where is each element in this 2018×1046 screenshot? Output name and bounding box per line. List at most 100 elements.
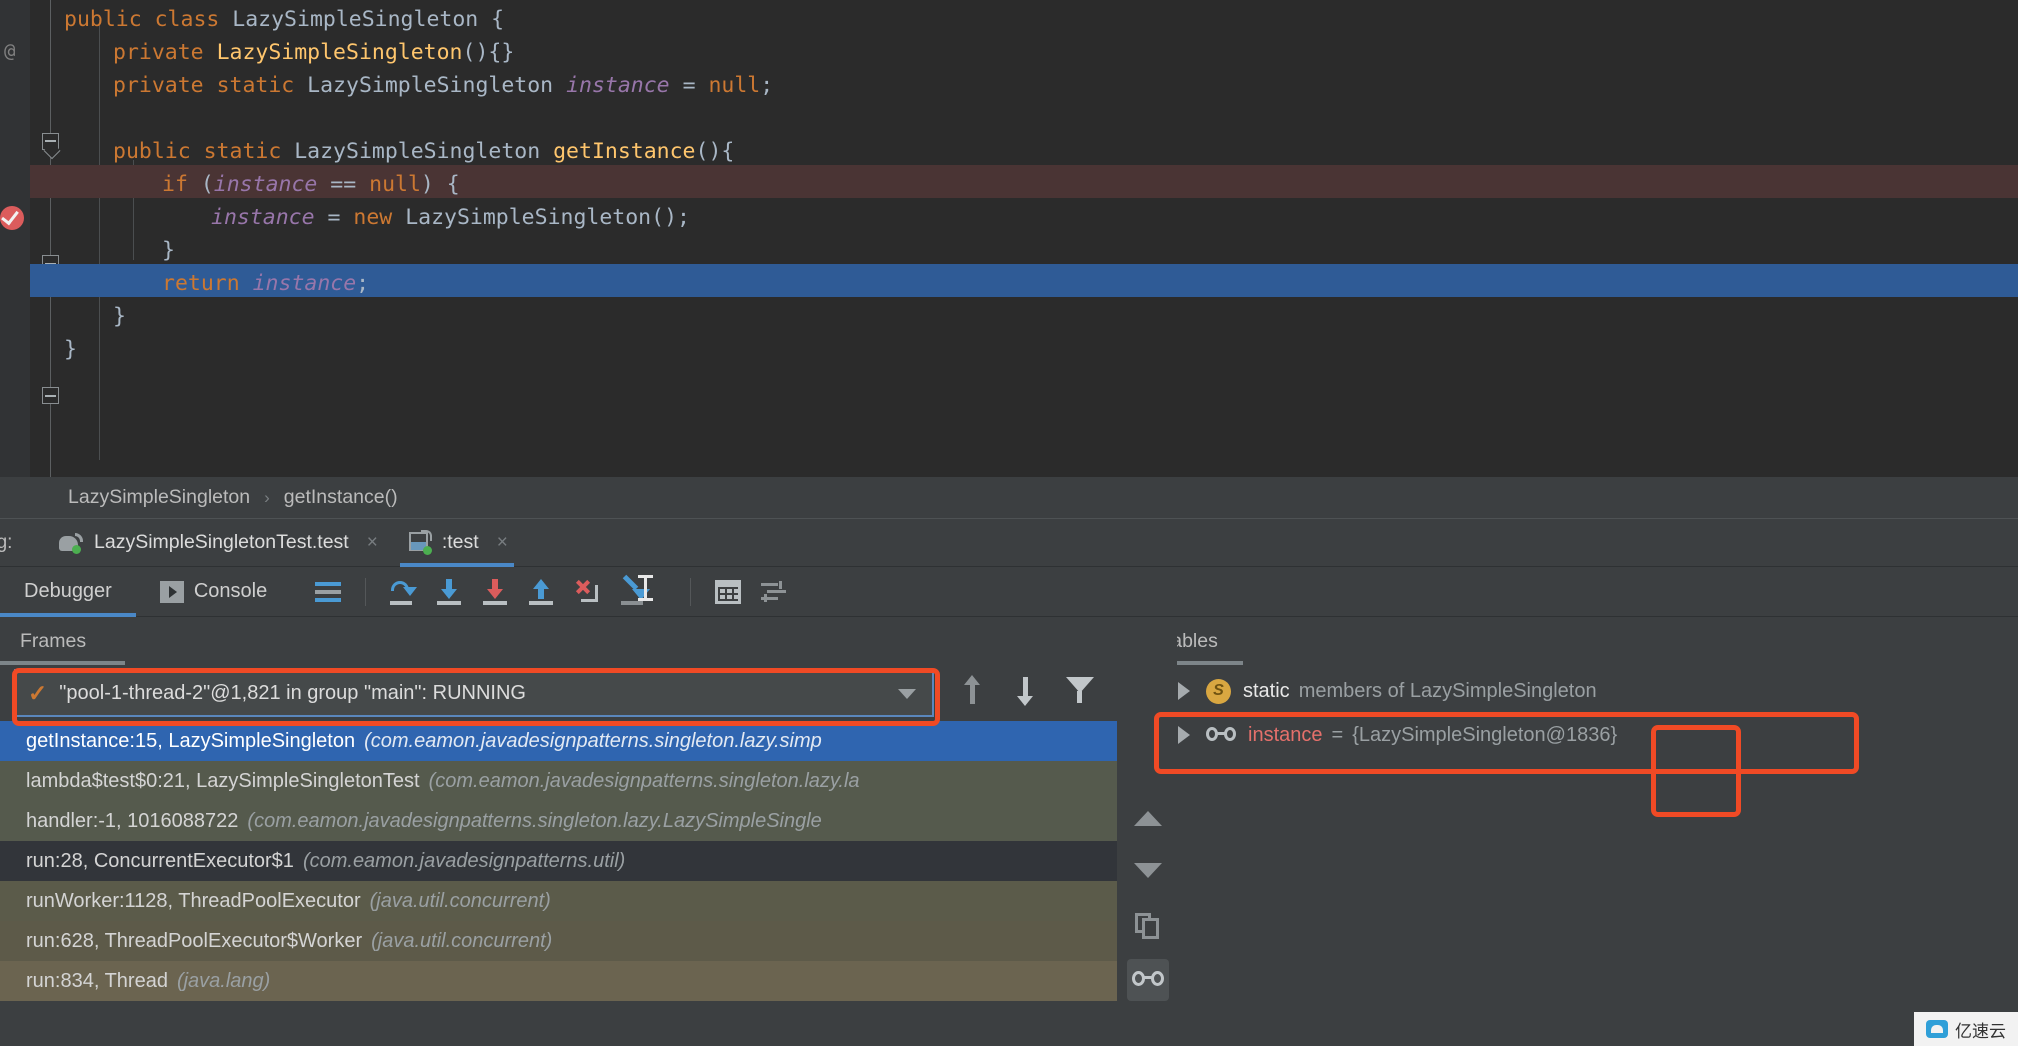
frames-list-item[interactable]: run:834, Thread (java.lang) xyxy=(0,961,1117,1001)
variables-tree[interactable]: +Sstaticmembers of LazySimpleSingletonin… xyxy=(1118,669,2018,757)
frame-method: run:834, Thread xyxy=(26,969,168,992)
code-lines[interactable]: public class LazySimpleSingleton { privat… xyxy=(0,0,2018,363)
gradle-elephant-icon xyxy=(58,532,84,554)
debug-tab-test[interactable]: :test × xyxy=(392,519,522,567)
debugger-toolbar[interactable]: Debugger Console xyxy=(0,567,2018,617)
toolbar-divider xyxy=(365,577,367,606)
frames-list-item[interactable]: getInstance:15, LazySimpleSingleton (com.… xyxy=(0,721,1117,761)
code-line: public static LazySimpleSingleton getIns… xyxy=(0,132,2018,165)
expand-arrow-icon[interactable] xyxy=(1178,726,1190,744)
watches-glyph xyxy=(1132,971,1164,989)
code-line: } xyxy=(0,330,2018,363)
frame-package: (com.eamon.javadesignpatterns.singleton.… xyxy=(428,769,860,792)
static-badge-icon: S xyxy=(1206,678,1231,704)
scroll-down-glyph xyxy=(1134,862,1162,878)
frame-method: getInstance:15, LazySimpleSingleton xyxy=(26,729,356,752)
settings-icon[interactable] xyxy=(751,569,797,615)
scroll-up-glyph xyxy=(1134,810,1162,826)
tab-debugger-label: Debugger xyxy=(24,580,112,602)
breadcrumb-method[interactable]: getInstance() xyxy=(284,486,398,509)
code-text: } xyxy=(162,238,175,263)
run-to-cursor-glyph xyxy=(619,574,651,605)
frame-package: (com.eamon.javadesignpatterns.singleton.… xyxy=(364,729,822,752)
variables-panel: Variables +Sstaticmembers of LazySimpleS… xyxy=(1117,617,2018,1046)
code-line: return instance; xyxy=(0,264,2018,297)
copy-icon[interactable] xyxy=(1127,905,1169,947)
breadcrumb-class[interactable]: LazySimpleSingleton xyxy=(68,486,250,509)
scroll-up-icon[interactable] xyxy=(1127,797,1169,839)
frames-list-item[interactable]: handler:-1, 1016088722 (com.eamon.javades… xyxy=(0,801,1117,841)
variable-name: instance xyxy=(1248,723,1323,746)
debug-panel-label: ug: xyxy=(0,531,13,553)
code-text: instance = new LazySimpleSingleton(); xyxy=(211,205,690,230)
code-line: public class LazySimpleSingleton { xyxy=(0,0,2018,33)
scroll-down-icon[interactable] xyxy=(1127,849,1169,891)
settings-glyph xyxy=(761,580,787,603)
frames-list-item[interactable]: runWorker:1128, ThreadPoolExecutor (java.… xyxy=(0,881,1117,921)
step-over-icon[interactable] xyxy=(380,569,426,615)
frames-side-toolbar[interactable] xyxy=(1117,617,1177,1046)
frame-package: (com.eamon.javadesignpatterns.util) xyxy=(302,849,626,872)
tab-debugger[interactable]: Debugger xyxy=(0,567,136,617)
variable-value: {LazySimpleSingleton@1836} xyxy=(1352,723,1618,746)
code-line: if (instance == null) { xyxy=(0,165,2018,198)
step-into-icon[interactable] xyxy=(426,569,472,615)
copy-glyph xyxy=(1135,913,1161,939)
code-text: public class LazySimpleSingleton { xyxy=(64,7,505,32)
variable-name: static xyxy=(1243,679,1290,702)
watermark: 亿速云 xyxy=(1914,1012,2018,1046)
frame-down-icon[interactable] xyxy=(1013,675,1051,713)
fold-marker-end-method[interactable] xyxy=(42,387,59,404)
frame-method: handler:-1, 1016088722 xyxy=(26,809,239,832)
frames-list[interactable]: getInstance:15, LazySimpleSingleton (com.… xyxy=(0,721,1117,1046)
step-into-glyph xyxy=(435,578,463,605)
debug-tab-lazysimplesingletontest[interactable]: LazySimpleSingletonTest.test × xyxy=(42,519,392,567)
frames-list-item[interactable]: run:28, ConcurrentExecutor$1 (com.eamon.j… xyxy=(0,841,1117,881)
breadcrumb[interactable]: LazySimpleSingleton › getInstance() xyxy=(0,477,2018,519)
frame-method: runWorker:1128, ThreadPoolExecutor xyxy=(26,889,361,912)
variable-description: members of LazySimpleSingleton xyxy=(1298,679,1597,702)
frames-list-item[interactable]: run:628, ThreadPoolExecutor$Worker (java.… xyxy=(0,921,1117,961)
tab-console[interactable]: Console xyxy=(136,567,291,617)
watermark-text: 亿速云 xyxy=(1955,1021,2006,1041)
frame-package: (java.lang) xyxy=(176,969,271,992)
code-editor[interactable]: @ public class LazySimpleSingleton {priv… xyxy=(0,0,2018,477)
evaluate-expression-glyph xyxy=(715,579,742,604)
step-out-glyph xyxy=(527,578,555,605)
close-icon[interactable]: × xyxy=(497,532,508,554)
variables-row[interactable]: instance = {LazySimpleSingleton@1836} xyxy=(1118,713,2018,757)
frames-title: Frames xyxy=(20,629,87,652)
frame-method: run:628, ThreadPoolExecutor$Worker xyxy=(26,929,363,952)
frame-method: run:28, ConcurrentExecutor$1 xyxy=(26,849,294,872)
debug-tab-strip[interactable]: ug: LazySimpleSingletonTest.test × :test… xyxy=(0,519,2018,567)
evaluate-expression-icon[interactable] xyxy=(705,569,751,615)
frames-panel-header: Frames xyxy=(0,617,1117,665)
console-icon xyxy=(159,580,184,603)
code-line: private static LazySimpleSingleton insta… xyxy=(0,66,2018,99)
frames-list-item[interactable]: lambda$test$0:21, LazySimpleSingletonTes… xyxy=(0,761,1117,801)
close-icon[interactable]: × xyxy=(367,532,378,554)
variables-row[interactable]: +Sstaticmembers of LazySimpleSingleton xyxy=(1118,669,2018,713)
force-step-into-glyph xyxy=(481,578,509,605)
drop-frame-glyph xyxy=(573,579,601,605)
chevron-down-icon[interactable] xyxy=(898,689,916,699)
code-text: } xyxy=(64,337,77,362)
code-text: private static LazySimpleSingleton insta… xyxy=(113,73,774,98)
step-out-icon[interactable] xyxy=(518,569,564,615)
force-step-into-icon[interactable] xyxy=(472,569,518,615)
code-line: } xyxy=(0,231,2018,264)
code-text: private LazySimpleSingleton(){} xyxy=(113,40,515,65)
step-over-glyph xyxy=(389,579,418,605)
filter-icon[interactable] xyxy=(1066,675,1104,713)
expand-arrow-icon[interactable] xyxy=(1178,682,1190,700)
thread-selector[interactable]: ✓ "pool-1-thread-2"@1,821 in group "main… xyxy=(14,669,934,717)
mute-breakpoints-icon[interactable] xyxy=(305,569,351,615)
watches-glasses-icon[interactable] xyxy=(1127,959,1169,1001)
run-to-cursor-icon[interactable] xyxy=(610,569,656,615)
intellij-debugger-window: @ public class LazySimpleSingleton {priv… xyxy=(0,0,2018,1046)
variable-equals: = xyxy=(1331,723,1344,746)
frame-package: (java.util.concurrent) xyxy=(369,889,551,912)
frame-up-icon[interactable] xyxy=(960,675,998,713)
drop-frame-icon[interactable] xyxy=(564,569,610,615)
